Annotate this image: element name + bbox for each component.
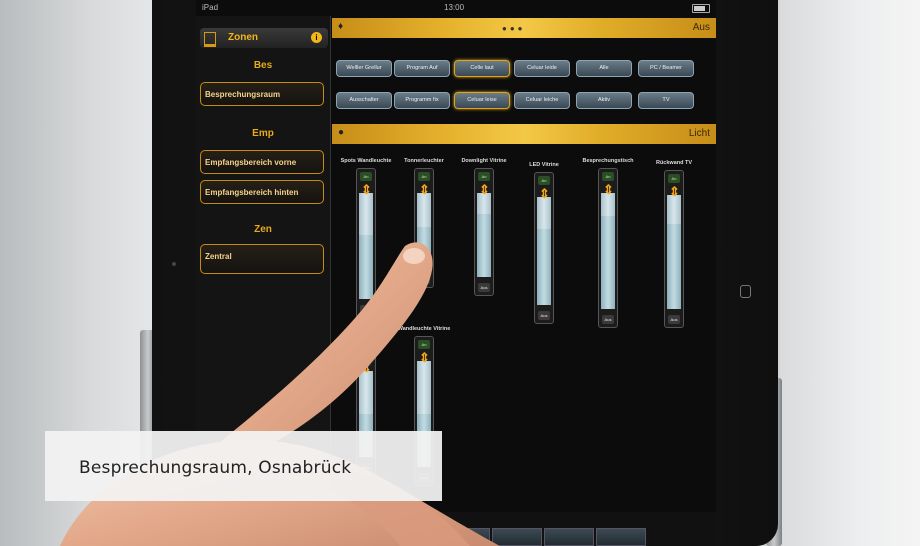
tab-button[interactable] bbox=[544, 528, 594, 546]
dim-arrows-icon: ⇕ bbox=[361, 182, 372, 197]
tab-zones[interactable]: Zonen bbox=[338, 524, 385, 536]
photo-caption: Besprechungsraum, Osnabrück bbox=[45, 431, 442, 501]
device-label: iPad bbox=[202, 3, 219, 12]
dim-arrows-icon: ⇕ bbox=[539, 186, 550, 201]
slider-title: Wandleuchte Vitrine bbox=[397, 326, 451, 332]
scene-button[interactable]: Celle laut bbox=[454, 60, 510, 77]
dimmer-slider[interactable]: An⇕ Aus bbox=[414, 168, 434, 288]
dim-arrows-icon: ⇕ bbox=[361, 360, 372, 375]
zone-empfang-hinten[interactable]: Empfangsbereich hinten bbox=[200, 180, 324, 204]
scene-button[interactable]: PC / Beamer bbox=[638, 60, 694, 77]
on-button[interactable]: An bbox=[418, 172, 430, 181]
zones-icon bbox=[338, 524, 352, 536]
on-button[interactable]: An bbox=[538, 176, 550, 185]
scene-button[interactable]: Programm fix bbox=[394, 92, 450, 109]
group-title: Zen bbox=[254, 224, 272, 235]
tab-button[interactable] bbox=[596, 528, 646, 546]
dim-arrows-icon: ⇕ bbox=[603, 182, 614, 197]
on-button[interactable]: An bbox=[478, 172, 490, 181]
zone-zentral[interactable]: Zentral bbox=[200, 244, 324, 274]
slider-track[interactable] bbox=[477, 193, 491, 277]
slider-track[interactable] bbox=[359, 193, 373, 299]
on-button[interactable]: An bbox=[602, 172, 614, 181]
camera-icon bbox=[172, 262, 176, 266]
dim-arrows-icon: ⇕ bbox=[419, 350, 430, 365]
off-button[interactable]: Aus bbox=[418, 275, 430, 284]
group-title: Emp bbox=[252, 128, 274, 139]
zone-besprechungsraum[interactable]: Besprechungsraum bbox=[200, 82, 324, 106]
slider-fill bbox=[667, 223, 681, 309]
on-button[interactable]: An bbox=[360, 350, 372, 359]
bottom-tabbar: Zonen bbox=[332, 512, 716, 546]
dimmer-slider[interactable]: An⇕ Aus bbox=[598, 168, 618, 328]
slider-track[interactable] bbox=[537, 197, 551, 305]
info-icon[interactable]: i bbox=[311, 32, 322, 43]
off-button[interactable]: Aus bbox=[668, 315, 680, 324]
slider-title: Rückwand TV bbox=[655, 160, 693, 166]
scene-button[interactable]: Aktiv bbox=[576, 92, 632, 109]
page-dots: ●●● bbox=[502, 24, 526, 33]
zone-empfang-vorne[interactable]: Empfangsbereich vorne bbox=[200, 150, 324, 174]
slider-fill bbox=[477, 214, 491, 277]
scene-button[interactable]: Celuar leise bbox=[454, 92, 510, 109]
off-button[interactable]: Aus bbox=[478, 283, 490, 292]
scene-button[interactable]: Welller Grellur bbox=[336, 60, 392, 77]
scene-button[interactable]: Program Auf bbox=[394, 60, 450, 77]
group-title: Bes bbox=[253, 60, 273, 71]
dimmer-slider[interactable]: An⇕ Aus bbox=[356, 168, 376, 318]
scene-status: Aus bbox=[692, 22, 710, 33]
slider-fill bbox=[417, 227, 431, 269]
off-button[interactable]: Aus bbox=[360, 305, 372, 314]
tab-button[interactable] bbox=[440, 528, 490, 546]
battery-icon bbox=[692, 4, 710, 13]
slider-track[interactable] bbox=[601, 193, 615, 309]
off-button[interactable]: Aus bbox=[602, 315, 614, 324]
scene-button[interactable]: Alle bbox=[576, 60, 632, 77]
scene-button[interactable]: Celuar leiche bbox=[514, 92, 570, 109]
scene-button[interactable]: Celuar leide bbox=[514, 60, 570, 77]
caption-text: Besprechungsraum, Osnabrück bbox=[79, 458, 352, 478]
slider-fill bbox=[537, 229, 551, 305]
home-button[interactable] bbox=[740, 285, 751, 298]
scene-icon: ♦ bbox=[338, 21, 344, 32]
slider-fill bbox=[359, 235, 373, 299]
dimmer-slider[interactable]: An⇕ Aus bbox=[534, 172, 554, 324]
slider-title: Besprechungstisch bbox=[582, 158, 634, 164]
slider-fill bbox=[601, 216, 615, 309]
dimmer-slider[interactable]: An⇕ Aus bbox=[474, 168, 494, 296]
off-button[interactable]: Aus bbox=[538, 311, 550, 320]
tab-zones-label: Zonen bbox=[358, 524, 385, 534]
scene-bar: ♦ ●●● Aus bbox=[332, 18, 716, 38]
dim-arrows-icon: ⇕ bbox=[479, 182, 490, 197]
slider-title: LED Vitrine bbox=[529, 162, 559, 168]
slider-track[interactable] bbox=[667, 195, 681, 309]
light-bar: ● Licht bbox=[332, 124, 716, 144]
scene-button[interactable]: TV bbox=[638, 92, 694, 109]
wall-background bbox=[780, 0, 920, 546]
tab-button[interactable] bbox=[492, 528, 542, 546]
zones-header[interactable]: Zonen i bbox=[200, 28, 328, 48]
dim-arrows-icon: ⇕ bbox=[669, 184, 680, 199]
bulb-icon: ● bbox=[338, 127, 345, 138]
dim-arrows-icon: ⇕ bbox=[419, 182, 430, 197]
status-bar: iPad 13:00 bbox=[196, 0, 716, 16]
scene-button[interactable]: Ausschalter bbox=[336, 92, 392, 109]
dimmer-slider[interactable]: An⇕ Aus bbox=[664, 170, 684, 328]
building-icon bbox=[204, 32, 216, 47]
on-button[interactable]: An bbox=[360, 172, 372, 181]
on-button[interactable]: An bbox=[418, 340, 430, 349]
zones-header-label: Zonen bbox=[228, 32, 258, 43]
clock: 13:00 bbox=[444, 3, 465, 12]
light-label: Licht bbox=[688, 128, 710, 139]
slider-track[interactable] bbox=[417, 193, 431, 269]
on-button[interactable]: An bbox=[668, 174, 680, 183]
